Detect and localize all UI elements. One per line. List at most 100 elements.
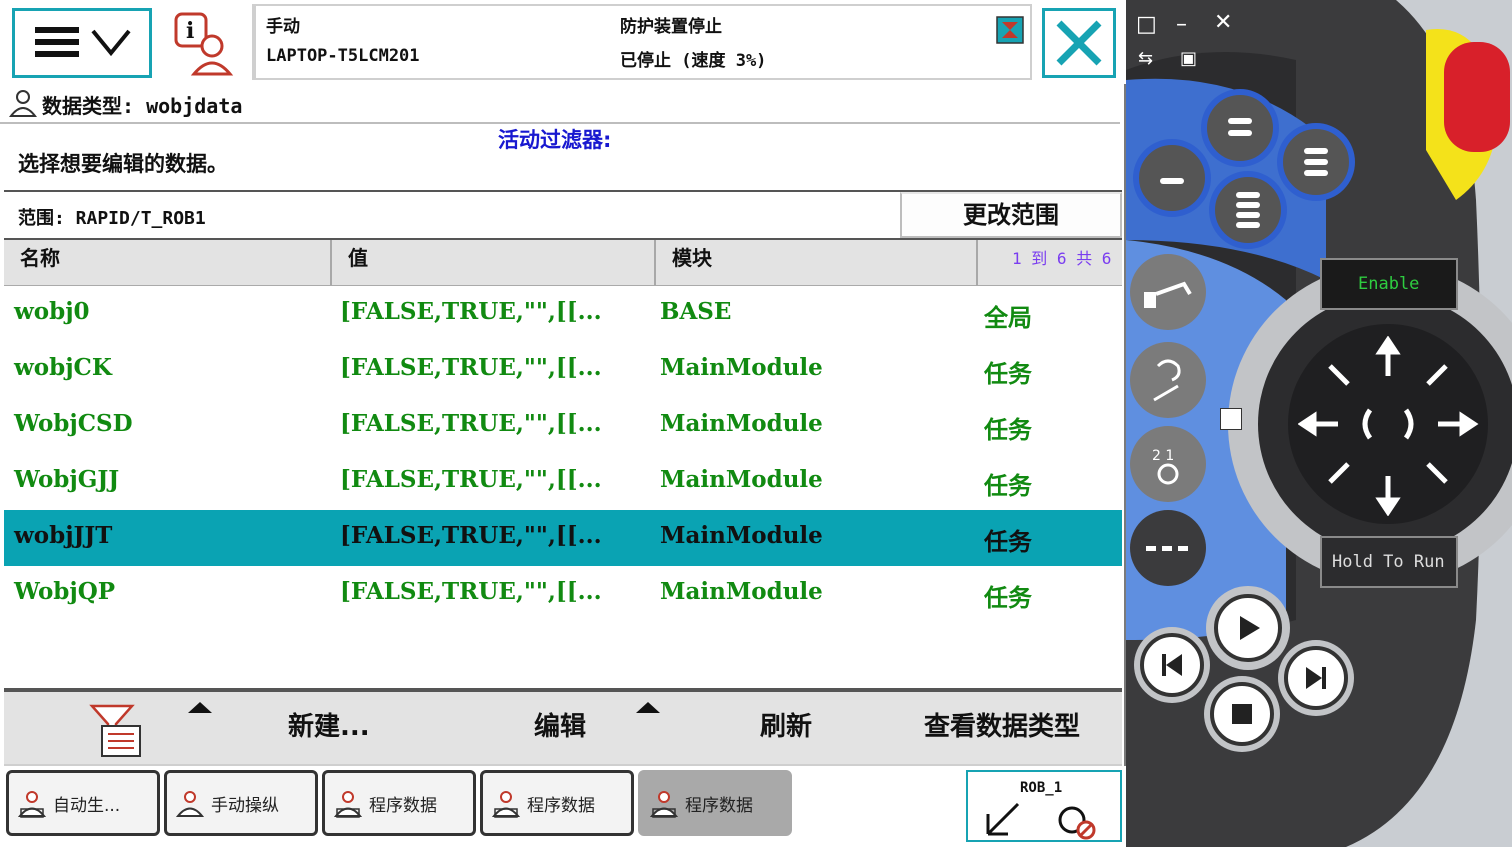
row-value: [FALSE,TRUE,"",[[... <box>340 578 602 605</box>
task-label: 自动生... <box>53 796 121 816</box>
event-log-icon[interactable]: i <box>168 8 240 78</box>
scope-row: 范围: RAPID/T_ROB1 更改范围 <box>4 190 1122 240</box>
data-table: wobj0 [FALSE,TRUE,"",[[... BASE 全局 wobjC… <box>4 286 1122 688</box>
status-bar: 手动 LAPTOP-T5LCM201 防护装置停止 已停止 (速度 3%) <box>252 4 1032 80</box>
controller-state: 防护装置停止 <box>620 17 722 37</box>
scope-text: 范围: RAPID/T_ROB1 <box>18 208 206 229</box>
table-row[interactable]: wobj0 [FALSE,TRUE,"",[[... BASE 全局 <box>4 286 1122 342</box>
axis-group-toggle-icon[interactable]: 2 1 <box>1138 436 1198 492</box>
column-header-module[interactable]: 模块 <box>656 240 978 286</box>
table-row[interactable]: WobjCSD [FALSE,TRUE,"",[[... MainModule … <box>4 398 1122 454</box>
speed-status: 已停止 (速度 3%) <box>620 51 767 71</box>
minimize-window-icon[interactable]: – <box>1176 12 1187 37</box>
top-bar: i 手动 LAPTOP-T5LCM201 防护装置停止 已停止 (速度 3%) <box>0 0 1126 84</box>
programmable-key-2[interactable] <box>1156 172 1188 184</box>
table-row[interactable]: WobjGJJ [FALSE,TRUE,"",[[... MainModule … <box>4 454 1122 510</box>
table-row[interactable]: WobjQP [FALSE,TRUE,"",[[... MainModule 任… <box>4 566 1122 622</box>
task-program-data-active[interactable]: 程序数据 <box>638 770 792 836</box>
screenshot-icon[interactable]: ▣ <box>1180 48 1197 69</box>
task-program-data[interactable]: 程序数据 <box>322 770 476 836</box>
task-window-icon <box>333 791 363 818</box>
close-button[interactable] <box>1042 8 1116 78</box>
restore-window-icon[interactable]: □ <box>1136 12 1157 37</box>
step-forward-button[interactable] <box>1302 665 1330 691</box>
row-module: MainModule <box>660 466 823 493</box>
main-menu-button[interactable] <box>12 8 152 78</box>
view-data-type-button[interactable]: 查看数据类型 <box>924 706 1080 743</box>
row-module: MainModule <box>660 578 823 605</box>
page-info: 1 到 6 共 6 <box>1012 249 1112 268</box>
instruction-text: 选择想要编辑的数据。 <box>18 152 228 176</box>
programmable-key-1[interactable] <box>1224 116 1256 140</box>
increment-toggle-icon[interactable] <box>1138 530 1198 566</box>
edit-button[interactable]: 编辑 <box>534 706 586 743</box>
step-backward-button[interactable] <box>1158 652 1186 678</box>
task-label: 程序数据 <box>527 796 595 816</box>
emergency-stop-button[interactable] <box>1444 40 1510 150</box>
row-value: [FALSE,TRUE,"",[[... <box>340 522 602 549</box>
motion-mode-toggle-icon[interactable] <box>1138 352 1198 408</box>
new-button[interactable]: 新建... <box>288 706 370 743</box>
task-window-icon <box>17 791 47 818</box>
row-module: MainModule <box>660 354 823 381</box>
data-type-label: 数据类型: wobjdata <box>42 94 243 118</box>
task-window-icon <box>491 791 521 818</box>
change-scope-button[interactable]: 更改范围 <box>900 192 1122 238</box>
task-jogging[interactable]: 手动操纵 <box>164 770 318 836</box>
row-value: [FALSE,TRUE,"",[[... <box>340 354 602 381</box>
row-scope: 任务 <box>984 360 1032 388</box>
row-value: [FALSE,TRUE,"",[[... <box>340 466 602 493</box>
program-status-icon <box>996 16 1024 44</box>
enable-label: Enable <box>1358 274 1420 294</box>
row-value: [FALSE,TRUE,"",[[... <box>340 298 602 325</box>
active-filter[interactable]: 活动过滤器: <box>498 124 611 154</box>
row-name: wobjJJT <box>14 522 113 549</box>
filter-button[interactable] <box>88 698 148 758</box>
row-scope: 任务 <box>984 416 1032 444</box>
row-module: BASE <box>660 298 732 325</box>
programmable-key-3[interactable] <box>1300 146 1332 180</box>
start-button[interactable] <box>1234 614 1262 642</box>
row-name: WobjQP <box>14 578 116 605</box>
user-icon <box>8 90 38 117</box>
row-name: WobjGJJ <box>14 466 120 493</box>
row-module: MainModule <box>660 522 823 549</box>
new-menu-arrow-icon <box>188 702 212 713</box>
column-header-value[interactable]: 值 <box>332 240 656 286</box>
stop-button[interactable] <box>1230 702 1254 726</box>
refresh-button[interactable]: 刷新 <box>760 706 812 743</box>
edit-menu-arrow-icon <box>636 702 660 713</box>
window-title: 数据类型: wobjdata <box>0 86 1120 124</box>
hold-to-run-button[interactable]: Hold To Run <box>1320 536 1458 588</box>
task-window-icon <box>175 791 205 817</box>
task-label: 程序数据 <box>369 796 437 816</box>
row-scope: 任务 <box>984 528 1032 556</box>
command-bar: 新建... 编辑 刷新 查看数据类型 <box>4 688 1122 766</box>
app-root: i 手动 LAPTOP-T5LCM201 防护装置停止 已停止 (速度 3%) <box>0 0 1512 847</box>
close-window-icon[interactable]: ✕ <box>1214 10 1232 35</box>
flexpendant-screen: i 手动 LAPTOP-T5LCM201 防护装置停止 已停止 (速度 3%) <box>0 0 1126 847</box>
row-module: MainModule <box>660 410 823 437</box>
usb-port-icon <box>1220 408 1242 430</box>
svg-text:2 1: 2 1 <box>1152 448 1174 464</box>
enable-device[interactable]: Enable <box>1320 258 1458 310</box>
row-value: [FALSE,TRUE,"",[[... <box>340 410 602 437</box>
rotate-icon[interactable]: ⇆ <box>1138 48 1153 69</box>
row-scope: 任务 <box>984 584 1032 612</box>
quickset-robot-button[interactable]: ROB_1 <box>966 770 1122 842</box>
jog-mode-icon <box>986 802 1096 840</box>
table-row[interactable]: wobjCK [FALSE,TRUE,"",[[... MainModule 任… <box>4 342 1122 398</box>
joystick[interactable] <box>1298 336 1488 516</box>
table-header: 名称 值 模块 1 到 6 共 6 <box>4 240 1122 286</box>
task-program-data[interactable]: 程序数据 <box>480 770 634 836</box>
task-label: 手动操纵 <box>211 796 279 816</box>
filter-icon <box>89 704 141 757</box>
row-scope: 全局 <box>984 304 1032 332</box>
mechanical-unit-select-icon[interactable] <box>1138 266 1198 318</box>
task-auto-production[interactable]: 自动生... <box>6 770 160 836</box>
taskbar: 自动生... 手动操纵 程序数据 程序数据 程序数据 ROB_1 <box>0 766 1126 847</box>
column-header-name[interactable]: 名称 <box>4 240 332 286</box>
table-row-selected[interactable]: wobjJJT [FALSE,TRUE,"",[[... MainModule … <box>4 510 1122 566</box>
programmable-key-4[interactable] <box>1232 190 1264 232</box>
row-scope: 任务 <box>984 472 1032 500</box>
